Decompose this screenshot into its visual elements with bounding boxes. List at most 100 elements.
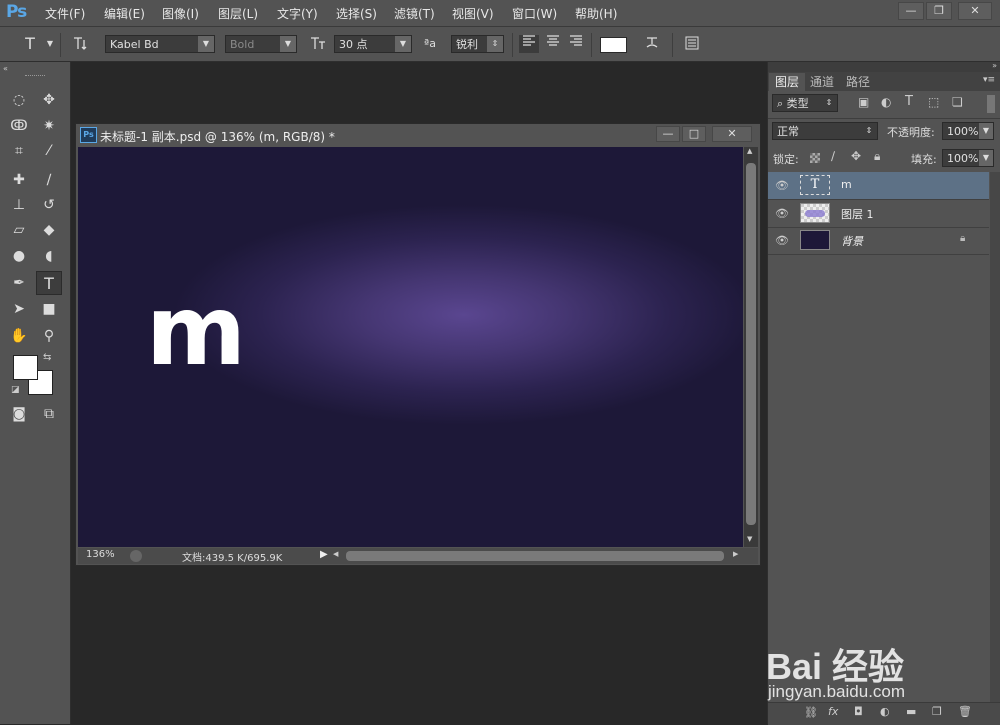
tab-paths[interactable]: 路径 <box>840 73 876 91</box>
hand-tool-icon[interactable]: ✋ <box>6 324 32 348</box>
new-group-icon[interactable]: ▬ <box>906 705 916 718</box>
menu-edit[interactable]: 编辑(E) <box>104 5 145 22</box>
lock-all-icon[interactable]: 🔒︎ <box>874 149 880 164</box>
brush-tool-icon[interactable]: ∕ <box>36 168 62 192</box>
filter-toggle[interactable] <box>987 95 995 113</box>
character-panel-icon[interactable] <box>682 35 702 53</box>
delete-layer-icon[interactable]: 🗑︎ <box>958 705 972 718</box>
magic-wand-tool-icon[interactable]: ✷ <box>36 114 62 138</box>
align-center-icon[interactable] <box>543 35 563 53</box>
scroll-down-icon[interactable]: ▼ <box>747 535 752 543</box>
adjustment-layer-icon[interactable]: ◐ <box>880 705 890 718</box>
new-layer-icon[interactable]: ❐ <box>932 705 942 718</box>
chevron-down-icon[interactable]: ▼ <box>40 35 60 53</box>
canvas-text-layer[interactable]: m <box>146 283 246 379</box>
layer-name[interactable]: 图层 1 <box>841 206 874 222</box>
layers-scrollbar[interactable] <box>990 172 1000 702</box>
warp-text-icon[interactable] <box>642 35 662 53</box>
layer-row-m[interactable]: 👁︎ T m <box>768 172 989 200</box>
eye-icon[interactable]: 👁︎ <box>775 234 789 247</box>
tab-channels[interactable]: 通道 <box>804 73 840 91</box>
vertical-scrollbar[interactable]: ▲ ▼ <box>744 147 758 547</box>
add-mask-icon[interactable]: ◘ <box>854 705 863 718</box>
fill-field[interactable]: 100% ▼ <box>942 149 994 167</box>
scroll-left-icon[interactable]: ◀ <box>333 550 338 558</box>
menu-help[interactable]: 帮助(H) <box>575 5 617 22</box>
eraser-tool-icon[interactable]: ▱ <box>6 218 32 242</box>
document-canvas[interactable]: m <box>78 147 743 547</box>
menu-layer[interactable]: 图层(L) <box>218 5 258 22</box>
scroll-up-icon[interactable]: ▲ <box>747 147 752 155</box>
filter-smart-object-icon[interactable]: ❏ <box>952 95 963 109</box>
clone-stamp-tool-icon[interactable]: ⊥ <box>6 193 32 217</box>
eyedropper-tool-icon[interactable]: ⁄ <box>36 139 62 163</box>
font-style-select[interactable]: Bold ▼ <box>225 35 297 53</box>
menu-file[interactable]: 文件(F) <box>45 5 85 22</box>
layer-name[interactable]: 背景 <box>841 233 863 249</box>
eye-icon[interactable]: 👁︎ <box>775 179 789 192</box>
type-tool-preset-icon[interactable]: T <box>20 35 40 53</box>
zoom-tool-icon[interactable]: ⚲ <box>36 324 62 348</box>
path-selection-tool-icon[interactable]: ➤ <box>6 297 32 321</box>
layer-row-background[interactable]: 👁︎ 背景 🔒︎ <box>768 227 989 255</box>
type-tool-icon[interactable]: T <box>36 271 62 295</box>
menu-filter[interactable]: 滤镜(T) <box>394 5 435 22</box>
menu-type[interactable]: 文字(Y) <box>277 5 318 22</box>
history-brush-tool-icon[interactable]: ↺ <box>36 193 62 217</box>
dodge-tool-icon[interactable]: ◖ <box>36 244 62 268</box>
font-family-select[interactable]: Kabel Bd ▼ <box>105 35 215 53</box>
filter-type-icon[interactable]: T <box>905 94 913 109</box>
document-tab[interactable]: Ps 未标题-1 副本.psd @ 136% (m, RGB/8) * — □ … <box>76 124 760 146</box>
doc-minimize-button[interactable]: — <box>656 126 680 142</box>
app-minimize-button[interactable]: — <box>898 2 924 20</box>
menu-window[interactable]: 窗口(W) <box>512 5 557 22</box>
align-right-icon[interactable] <box>566 35 586 53</box>
lock-position-icon[interactable]: ✥ <box>851 149 861 163</box>
lasso-tool-icon[interactable]: ↂ <box>6 114 32 138</box>
paint-bucket-tool-icon[interactable]: ◆ <box>36 218 62 242</box>
eye-icon[interactable]: 👁︎ <box>775 207 789 220</box>
tab-layers[interactable]: 图层 <box>769 73 806 91</box>
menu-select[interactable]: 选择(S) <box>336 5 377 22</box>
lock-transparent-icon[interactable] <box>810 153 820 163</box>
link-layers-icon[interactable]: ⛓︎ <box>804 706 818 719</box>
font-size-select[interactable]: 30 点 ▼ <box>334 35 412 53</box>
text-color-swatch[interactable] <box>600 37 627 53</box>
pen-tool-icon[interactable]: ✒ <box>6 271 32 295</box>
antialias-select[interactable]: 锐利 ⇕ <box>451 35 504 53</box>
status-menu-arrow-icon[interactable]: ▶ <box>320 549 328 560</box>
share-icon[interactable] <box>130 550 142 562</box>
panel-menu-icon[interactable]: ▾≡ <box>983 75 995 85</box>
menu-image[interactable]: 图像(I) <box>162 5 199 22</box>
doc-close-button[interactable]: ✕ <box>712 126 752 142</box>
align-left-icon[interactable] <box>519 35 539 53</box>
healing-brush-tool-icon[interactable]: ✚ <box>6 168 32 192</box>
fx-icon[interactable]: fx <box>828 705 838 718</box>
quick-mask-icon[interactable]: ◙ <box>6 402 32 426</box>
foreground-color-swatch[interactable] <box>13 355 38 380</box>
filter-adjustment-icon[interactable]: ◐ <box>881 95 891 109</box>
opacity-field[interactable]: 100% ▼ <box>942 122 994 140</box>
move-tool-icon[interactable]: ✥ <box>36 88 62 112</box>
filter-shape-icon[interactable]: ⬚ <box>928 95 939 109</box>
layer-filter-select[interactable]: ⌕ 类型 ⇕ <box>772 94 838 112</box>
zoom-level[interactable]: 136% <box>86 549 115 560</box>
filter-pixel-icon[interactable]: ▣ <box>858 95 869 109</box>
app-restore-button[interactable]: ❐ <box>926 2 952 20</box>
horizontal-scroll-thumb[interactable] <box>346 551 724 561</box>
blend-mode-select[interactable]: 正常 ⇕ <box>772 122 878 140</box>
lock-pixels-icon[interactable]: ∕ <box>831 149 835 163</box>
swap-colors-icon[interactable]: ⇆ <box>43 352 51 363</box>
doc-maximize-button[interactable]: □ <box>682 126 706 142</box>
screen-mode-icon[interactable]: ⧉ <box>36 402 62 426</box>
rectangle-tool-icon[interactable]: ■ <box>36 297 62 321</box>
default-colors-icon[interactable]: ◪ <box>11 385 20 395</box>
menu-view[interactable]: 视图(V) <box>452 5 494 22</box>
orientation-toggle-icon[interactable] <box>70 35 90 53</box>
layer-row-layer1[interactable]: 👁︎ 图层 1 <box>768 200 989 228</box>
marquee-tool-icon[interactable]: ◌ <box>6 88 32 112</box>
crop-tool-icon[interactable]: ⌗ <box>6 139 32 163</box>
blur-tool-icon[interactable]: ● <box>6 244 32 268</box>
vertical-scroll-thumb[interactable] <box>746 163 756 525</box>
scroll-right-icon[interactable]: ▶ <box>733 550 738 558</box>
